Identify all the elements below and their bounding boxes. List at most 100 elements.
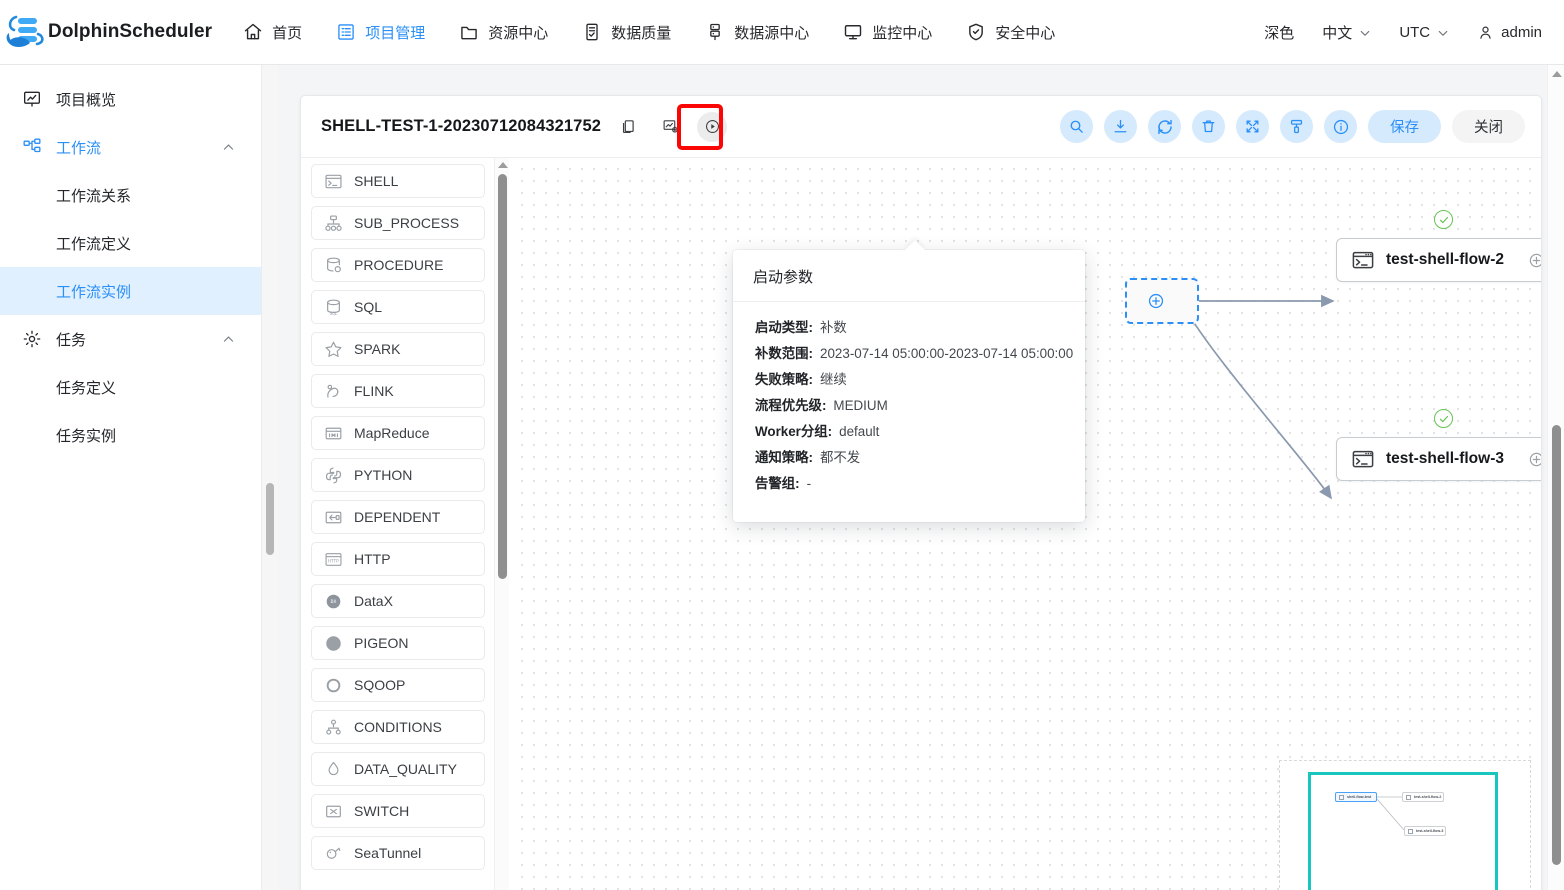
main-nav: 首页 项目管理 资源中心 数据质量 数据源中心 监控中心 安全中心 [226,0,1072,65]
scroll-up-arrow-icon[interactable] [498,162,508,168]
sidebar-item-task-instance[interactable]: 任务实例 [0,411,261,459]
task-type-conditions[interactable]: CONDITIONS [311,710,485,744]
sidebar-scrollbar[interactable] [262,65,278,890]
brand[interactable]: DolphinScheduler [0,12,212,52]
task-type-label: PYTHON [354,467,413,483]
task-type-seatunnel[interactable]: SeaTunnel [311,836,485,870]
svg-text:SQL: SQL [330,311,338,317]
task-type-switch[interactable]: SWITCH [311,794,485,828]
dependent-icon [324,508,343,527]
scrollbar-thumb[interactable] [266,483,274,555]
gear-icon [22,329,42,349]
chevron-up-icon[interactable] [222,333,235,346]
delete-icon[interactable] [1192,110,1225,143]
app-root: DolphinScheduler 首页 项目管理 资源中心 数据质量 数据源中心… [0,0,1564,890]
nav-item-data-quality[interactable]: 数据质量 [565,0,688,65]
start-params-icon[interactable] [697,111,728,142]
sidebar-item-workflow-definition[interactable]: 工作流定义 [0,219,261,267]
sidebar-item-task-definition[interactable]: 任务定义 [0,363,261,411]
plus-circle-icon[interactable] [1528,252,1541,269]
refresh-icon[interactable] [1148,110,1181,143]
minimap-node-test-shell-flow-3[interactable]: test-shell-flow-3 [1404,826,1446,836]
nav-item-project-management[interactable]: 项目管理 [319,0,442,65]
task-type-spark[interactable]: SPARK [311,332,485,366]
sidebar-item-workflow-instance[interactable]: 工作流实例 [0,267,261,315]
node-test-shell-flow-3[interactable]: test-shell-flow-3 [1336,437,1541,481]
shell-icon [1339,794,1344,800]
save-button[interactable]: 保存 [1368,110,1441,143]
main-content: SHELL-TEST-1-20230712084321752 保存 关闭 SHE… [278,65,1564,890]
task-type-shell[interactable]: SHELL [311,164,485,198]
theme-toggle[interactable]: 深色 [1250,0,1308,65]
task-type-data-quality[interactable]: DATA_QUALITY [311,752,485,786]
task-type-label: FLINK [354,383,394,399]
plus-circle-icon[interactable] [1528,451,1541,468]
start-params-popup: 启动参数 启动类型: 补数 补数范围: 2023-07-14 05:00:00-… [733,240,1085,522]
nav-item-resource-center[interactable]: 资源中心 [442,0,565,65]
task-type-sql[interactable]: SQL SQL [311,290,485,324]
theme-label: 深色 [1264,24,1295,42]
sidebar-group-task[interactable]: 任务 [0,315,261,363]
dag-canvas[interactable]: test-shell-flow-2 test-shell-flow-3 启动参数… [513,158,1541,890]
header-right-tools: 深色 中文 UTC admin [1250,0,1564,65]
sidebar-item-project-overview[interactable]: 项目概览 [0,75,261,123]
close-button[interactable]: 关闭 [1452,110,1525,143]
node-test-shell-flow-2[interactable]: test-shell-flow-2 [1336,238,1541,282]
minimap-node-label: shell-flow-test [1347,795,1372,799]
sidebar-item-workflow-relation[interactable]: 工作流关系 [0,171,261,219]
minimap-viewport[interactable]: shell-flow-test test-shell-flow-2 test-s… [1308,772,1498,890]
task-type-http[interactable]: HTTP HTTP [311,542,485,576]
page-scrollbar[interactable] [1547,65,1564,890]
task-type-datax[interactable]: DX DataX [311,584,485,618]
fullscreen-icon[interactable] [1236,110,1269,143]
plus-circle-icon[interactable] [1147,292,1165,310]
task-type-label: PIGEON [354,635,409,651]
pigeon-icon [324,634,343,653]
nav-item-monitor-center[interactable]: 监控中心 [826,0,949,65]
user-menu[interactable]: admin [1463,0,1556,65]
minimap[interactable]: shell-flow-test test-shell-flow-2 test-s… [1279,760,1531,890]
param-key: 补数范围: [755,346,814,361]
task-type-label: CONDITIONS [354,719,442,735]
sidebar-item-label: 工作流关系 [56,187,132,205]
copy-icon[interactable] [613,112,643,142]
timezone-label: UTC [1399,23,1431,41]
node-label: test-shell-flow-2 [1386,251,1504,268]
task-type-label: SHELL [354,173,399,189]
version-icon[interactable] [655,112,685,142]
task-type-mapreduce[interactable]: MapReduce [311,416,485,450]
nav-item-datasource-center[interactable]: 数据源中心 [688,0,826,65]
shell-icon [324,172,343,191]
task-type-procedure[interactable]: PROCEDURE [311,248,485,282]
scrollbar-thumb[interactable] [498,174,507,579]
task-type-sqoop[interactable]: SQOOP [311,668,485,702]
user-label: admin [1501,23,1542,41]
search-icon[interactable] [1060,110,1093,143]
sidebar-group-workflow[interactable]: 工作流 [0,123,261,171]
chevron-up-icon[interactable] [222,141,235,154]
param-value: default [839,424,880,439]
nav-item-home[interactable]: 首页 [226,0,319,65]
param-row: 通知策略: 都不发 [755,448,1065,467]
task-type-pigeon[interactable]: PIGEON [311,626,485,660]
nav-item-security-center[interactable]: 安全中心 [949,0,1072,65]
palette-scrollbar[interactable] [494,158,509,890]
info-icon[interactable] [1324,110,1357,143]
workflow-editor: SHELL-TEST-1-20230712084321752 保存 关闭 SHE… [300,95,1542,890]
scrollbar-thumb[interactable] [1552,425,1561,865]
download-icon[interactable] [1104,110,1137,143]
task-type-python[interactable]: PYTHON [311,458,485,492]
minimap-node-shell-flow-test[interactable]: shell-flow-test [1335,792,1377,802]
task-type-sub-process[interactable]: SUB_PROCESS [311,206,485,240]
project-list-icon [336,22,356,42]
task-type-flink[interactable]: FLINK [311,374,485,408]
task-type-label: DataX [354,593,393,609]
language-selector[interactable]: 中文 [1308,0,1385,65]
scroll-up-arrow-icon[interactable] [1552,71,1562,77]
timezone-selector[interactable]: UTC [1385,0,1463,65]
minimap-node-test-shell-flow-2[interactable]: test-shell-flow-2 [1402,792,1444,802]
sidebar: 项目概览 工作流 工作流关系 工作流定义 工作流实例 任务 任务定义 任务实例 [0,65,262,890]
task-type-dependent[interactable]: DEPENDENT [311,500,485,534]
node-shell-flow-test[interactable] [1125,278,1199,324]
format-dag-icon[interactable] [1280,110,1313,143]
